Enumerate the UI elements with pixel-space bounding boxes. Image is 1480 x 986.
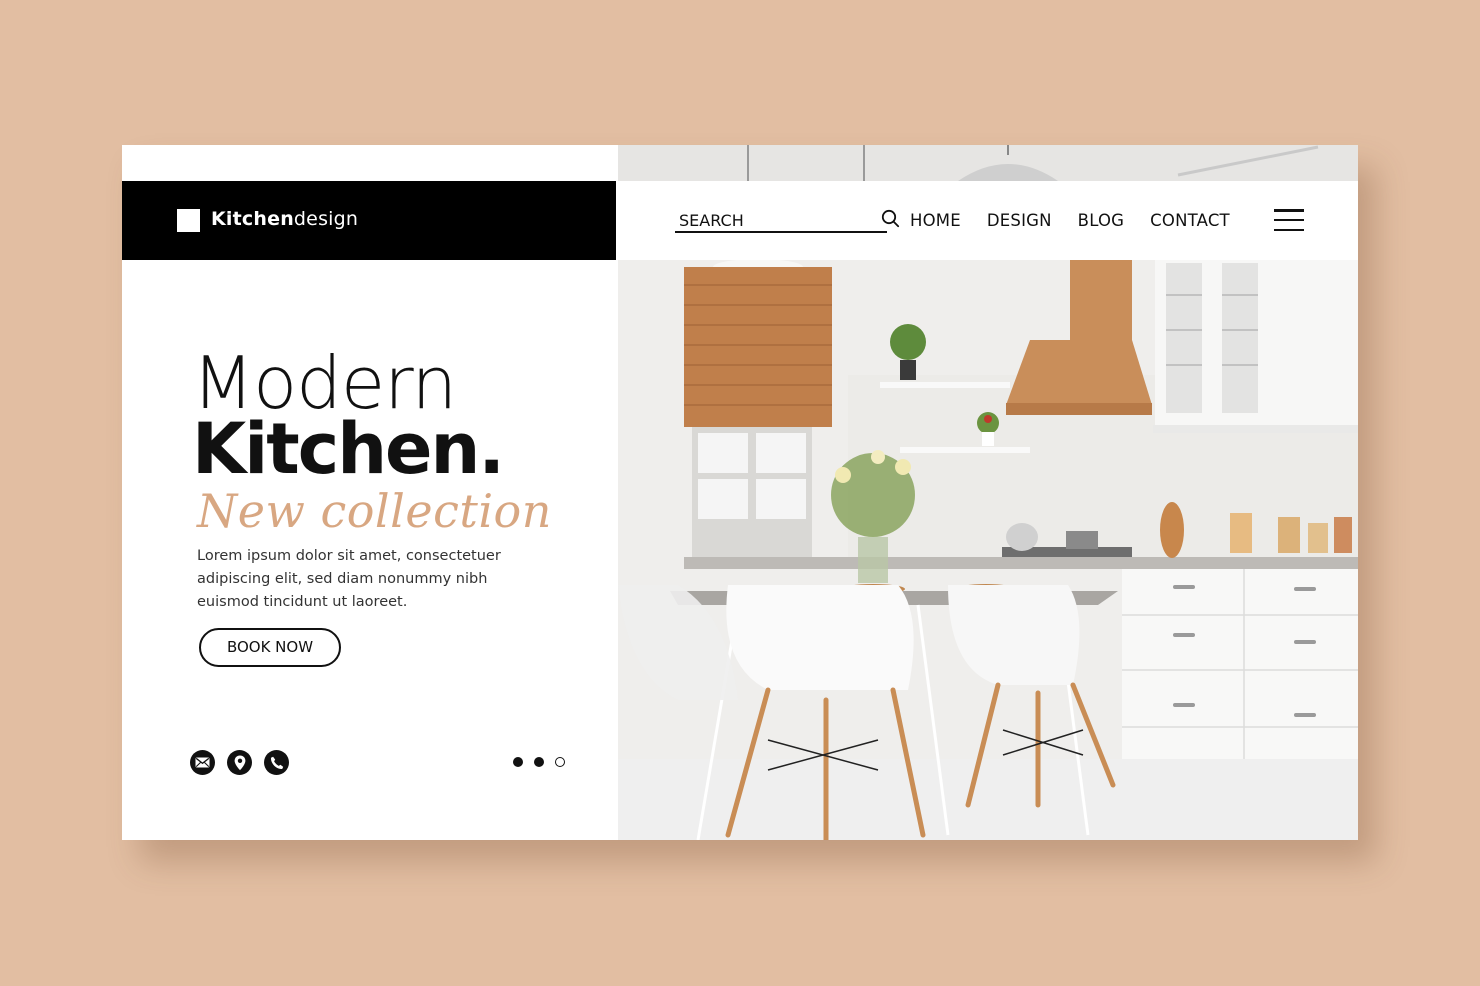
top-navigation: HOME DESIGN BLOG CONTACT (618, 181, 1358, 260)
nav-link-blog[interactable]: BLOG (1078, 211, 1125, 230)
hero-title-line2: Kitchen. (192, 408, 505, 490)
landing-page-card: Kitchendesign Modern Kitchen. New collec… (122, 145, 1358, 840)
logo-square-icon (177, 209, 200, 232)
brand-name-bold: Kitchen (211, 208, 294, 230)
carousel-indicators (513, 757, 565, 767)
hero-description: Lorem ipsum dolor sit amet, consectetuer… (197, 548, 501, 610)
hamburger-line (1274, 228, 1304, 231)
location-pin-icon[interactable] (227, 750, 252, 775)
hamburger-line (1274, 218, 1304, 222)
carousel-dot-2[interactable] (534, 757, 544, 767)
nav-links: HOME DESIGN BLOG CONTACT (910, 211, 1256, 230)
logo-bar: Kitchendesign (122, 181, 616, 260)
hamburger-line (1274, 209, 1304, 212)
nav-link-contact[interactable]: CONTACT (1150, 211, 1230, 230)
book-now-button[interactable]: BOOK NOW (199, 628, 341, 667)
nav-link-design[interactable]: DESIGN (987, 211, 1052, 230)
left-panel: Kitchendesign Modern Kitchen. New collec… (122, 145, 618, 840)
carousel-dot-3[interactable] (555, 757, 565, 767)
mail-icon[interactable] (190, 750, 215, 775)
hamburger-menu-icon[interactable] (1274, 209, 1304, 231)
contact-icons (190, 750, 289, 775)
brand-name-light: design (293, 208, 359, 230)
carousel-dot-1[interactable] (513, 757, 523, 767)
hero-image: HOME DESIGN BLOG CONTACT (618, 145, 1358, 840)
search-box (675, 209, 900, 233)
nav-link-home[interactable]: HOME (910, 211, 961, 230)
phone-icon[interactable] (264, 750, 289, 775)
brand-logo[interactable]: Kitchendesign (211, 208, 358, 230)
hero-script-subtitle: New collection (197, 484, 552, 538)
search-input[interactable] (679, 211, 849, 230)
